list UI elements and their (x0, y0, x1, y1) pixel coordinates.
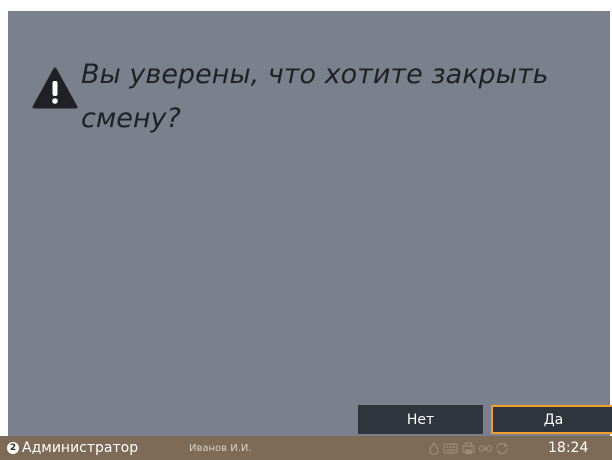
role-label: Администратор (22, 440, 139, 456)
link-icon (478, 445, 493, 452)
warning-icon (32, 67, 78, 109)
keyboard-icon (443, 443, 458, 454)
close-shift-screen: Вы уверены, что хотите закрыть смену? Не… (0, 0, 612, 460)
status-bar: 2 Администратор Иванов И.И. 18:24 (0, 436, 612, 460)
role-badge: 2 (7, 442, 19, 454)
status-icons (429, 441, 508, 455)
no-button[interactable]: Нет (358, 405, 483, 434)
sync-icon (496, 442, 508, 455)
printer-icon (462, 442, 475, 455)
water-drop-icon (429, 441, 439, 455)
yes-button[interactable]: Да (491, 405, 612, 434)
confirm-prompt: Вы уверены, что хотите закрыть смену? (81, 59, 549, 134)
yes-button-label: Да (543, 411, 564, 428)
no-button-label: Нет (406, 411, 435, 428)
confirm-dialog: Вы уверены, что хотите закрыть смену? Не… (8, 11, 612, 436)
clock: 18:24 (548, 440, 589, 456)
user-name: Иванов И.И. (189, 443, 252, 454)
